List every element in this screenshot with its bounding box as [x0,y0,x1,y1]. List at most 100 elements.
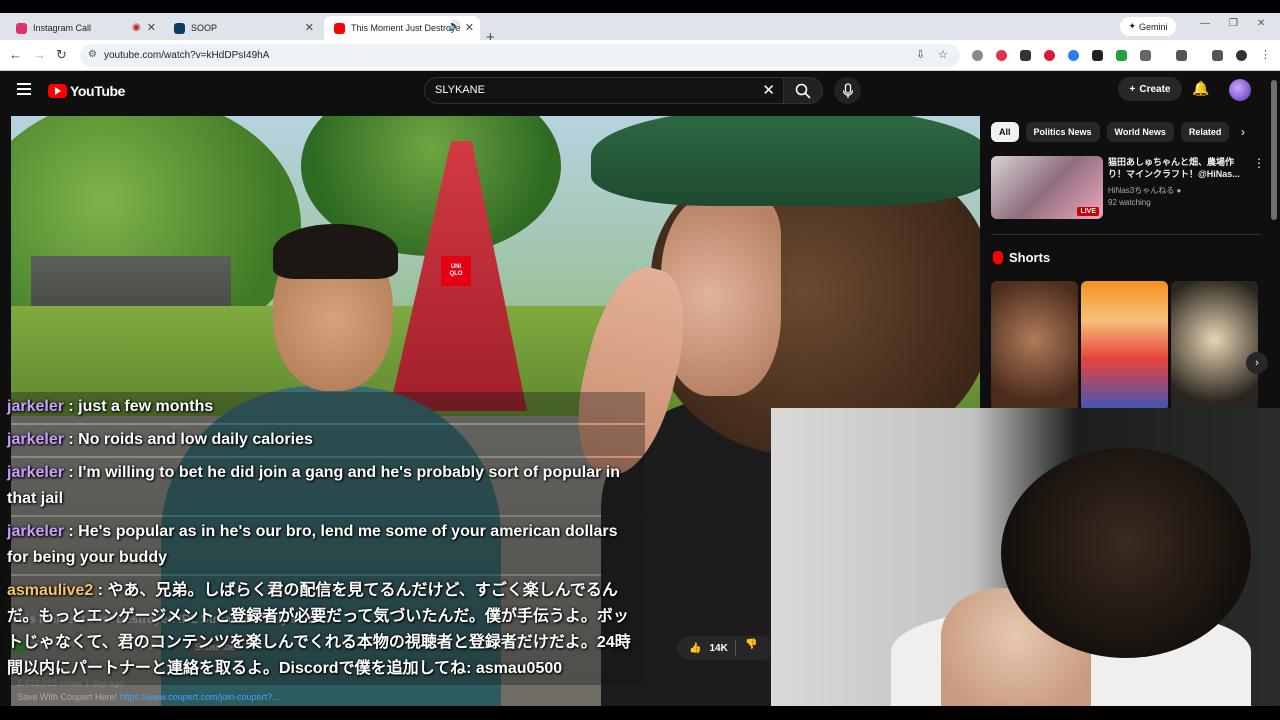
chat-username: jarkeler [7,523,64,540]
filter-chips: All Politics News World News Related [991,122,1230,142]
video-person-hair [273,224,398,279]
cast-icon[interactable] [1176,50,1187,61]
shield-icon[interactable] [1092,50,1103,61]
close-window-icon[interactable]: ✕ [1257,18,1265,29]
chip-all[interactable]: All [991,122,1019,142]
avatar[interactable] [1229,79,1251,101]
chat-message: jarkeler : No roids and low daily calori… [5,425,645,456]
shorts-icon [993,251,1003,264]
like-dislike-group: 👍 14K 👎 [677,636,773,660]
chevron-right-icon[interactable]: › [1246,352,1268,374]
shorts-label: Shorts [1009,250,1051,265]
install-icon[interactable]: ⇩ [916,48,925,61]
chat-text: : やあ、兄弟。しばらく君の配信を見てるんだけど、すごく楽しんでるんだ。もっとエ… [7,582,631,677]
chat-message: jarkeler : just a few months [5,392,645,423]
recommended-title[interactable]: 猫田あしゅちゃんと畑、農場作り！マインクラフト！@HiNas... [1108,156,1250,180]
omnibox[interactable]: ⚙ youtube.com/watch?v=kHdDPsI49hA ⇩ ☆ [80,44,960,67]
chevron-right-icon[interactable]: › [1241,125,1245,139]
chat-username: asmaulive2 [7,582,94,599]
like-count[interactable]: 14K [709,643,727,654]
live-badge: LIVE [1077,207,1099,216]
close-tab-icon[interactable]: ✕ [305,21,314,34]
voice-search-button[interactable] [834,77,861,104]
verified-icon: ● [1176,186,1182,195]
video-person-cap [591,116,980,206]
chip-politics-news[interactable]: Politics News [1025,122,1100,142]
more-options-icon[interactable]: ⋮ [1253,156,1265,170]
thumbs-down-icon[interactable]: 👎 [745,639,757,650]
chat-username: jarkeler [7,398,64,415]
back-icon[interactable]: ← [9,47,22,62]
chat-overlay: jarkeler : just a few months jarkeler : … [5,392,645,687]
notifications-bell-icon[interactable]: 🔔 [1192,80,1209,97]
short-thumbnail[interactable] [1081,281,1168,411]
gemini-button[interactable]: ✦ Gemini [1120,17,1176,36]
screen: Instagram Call ◉ ✕ SOOP ✕ This Moment Ju… [0,0,1280,720]
search-icon [795,83,811,99]
video-description: Save With Coupert Here! https://www.coup… [17,692,280,702]
tab-soop[interactable]: SOOP ✕ [164,16,320,40]
address-bar-row: ← → ↻ ⚙ youtube.com/watch?v=kHdDPsI49hA … [0,40,1280,71]
chat-text: : No roids and low daily calories [63,431,313,448]
bottom-bezel [0,706,1280,720]
description-text: Save With Coupert Here! [17,692,118,702]
tab-title: SOOP [191,23,218,33]
chat-username: jarkeler [7,431,64,448]
bookmark-star-icon[interactable]: ☆ [938,48,948,61]
divider [735,640,736,656]
extension-icon[interactable] [1068,50,1079,61]
close-tab-icon[interactable]: ✕ [465,21,474,34]
search-input[interactable]: SLYKANE ✕ [424,77,784,104]
scrollbar[interactable] [1271,80,1277,220]
reload-icon[interactable]: ↻ [56,47,67,63]
close-tab-icon[interactable]: ✕ [147,21,156,34]
puzzle-icon[interactable] [1140,50,1151,61]
tab-instagram-call[interactable]: Instagram Call ◉ ✕ [6,16,162,40]
search-button[interactable] [783,77,823,104]
chat-message: asmaulive2 : やあ、兄弟。しばらく君の配信を見てるんだけど、すごく楽… [5,576,645,685]
gemini-icon: ✦ [1128,21,1137,31]
channel-label: HiNas3ちゃんねる [1108,186,1175,195]
watching-count: 92 watching [1108,198,1151,207]
clear-search-icon[interactable]: ✕ [762,81,775,99]
minimize-icon[interactable]: — [1200,18,1210,29]
chip-world-news[interactable]: World News [1106,122,1174,142]
url-text[interactable]: youtube.com/watch?v=kHdDPsI49hA [104,50,269,61]
soop-icon [174,22,185,34]
extension-icon[interactable] [1116,50,1127,61]
tab-title: Instagram Call [33,23,92,33]
maximize-icon[interactable]: ❐ [1229,18,1238,29]
microphone-icon [842,82,853,98]
youtube-icon [334,22,345,34]
extension-icon[interactable] [972,50,983,61]
recommended-video[interactable]: LIVE 猫田あしゅちゃんと畑、農場作り！マインクラフト！@HiNas... H… [991,156,1265,220]
video-thumbnail[interactable]: LIVE [991,156,1103,219]
recording-icon: ◉ [132,22,141,33]
forward-icon[interactable]: → [33,47,46,62]
webcam-person-hair [1001,448,1251,658]
chip-related[interactable]: Related [1180,122,1230,142]
chat-message: jarkeler : I'm willing to bet he did joi… [5,458,645,515]
extension-icon[interactable] [1020,50,1031,61]
hamburger-menu-icon[interactable] [17,83,31,98]
short-thumbnail[interactable] [1171,281,1258,411]
reading-list-icon[interactable] [1212,50,1223,61]
profile-icon[interactable] [1236,50,1247,61]
thumbs-up-icon[interactable]: 👍 [689,643,701,654]
site-info-icon[interactable]: ⚙ [88,49,97,60]
tab-youtube-video[interactable]: This Moment Just Destroye 🔊 ✕ [324,16,480,40]
menu-dots-icon[interactable]: ⋮ [1260,48,1271,61]
extension-icon[interactable] [996,50,1007,61]
youtube-play-icon [48,84,67,98]
extension-icon[interactable] [1044,50,1055,61]
speaker-icon[interactable]: 🔊 [448,21,460,32]
create-button[interactable]: + Create [1118,77,1182,101]
youtube-logo[interactable]: YouTube [48,83,125,99]
search-value: SLYKANE [435,84,485,96]
short-thumbnail[interactable] [991,281,1078,411]
description-link[interactable]: https://www.coupert.com/join-coupert?... [120,692,280,702]
shorts-heading: Shorts [993,250,1050,265]
video-scene-uniqlo-sign: UNI QLO [441,256,471,286]
tab-title: This Moment Just Destroye [351,23,461,33]
recommended-channel[interactable]: HiNas3ちゃんねる ● [1108,185,1181,196]
